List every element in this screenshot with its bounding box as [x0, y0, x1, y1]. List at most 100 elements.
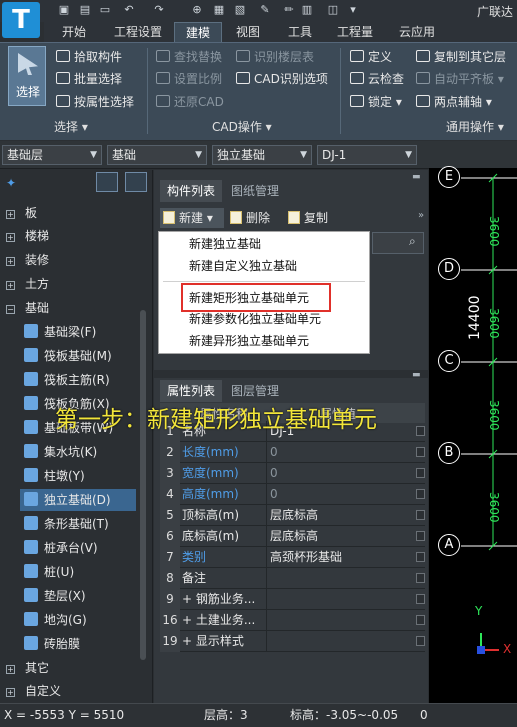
attach-checkbox[interactable]: [416, 552, 425, 562]
table-row[interactable]: 9 + 钢筋业务...: [160, 589, 425, 610]
more-right-icon[interactable]: »: [418, 210, 424, 221]
tree-item-sump[interactable]: 集水坑(K): [24, 441, 136, 463]
tree-item-foundation-beam[interactable]: 基础梁(F): [24, 321, 136, 343]
table-row[interactable]: 8 备注: [160, 568, 425, 589]
attach-checkbox[interactable]: [416, 489, 425, 499]
attach-checkbox[interactable]: [416, 594, 425, 604]
find-replace-button[interactable]: 查找替换: [156, 48, 222, 66]
attach-checkbox[interactable]: [416, 426, 425, 436]
tree-item-trench[interactable]: 地沟(G): [24, 609, 136, 631]
tree-item-brick-mold[interactable]: 砖胎膜: [24, 633, 136, 655]
pick-component-button[interactable]: 拾取构件: [56, 48, 122, 66]
table-icon[interactable]: ▥: [300, 3, 314, 17]
open-icon[interactable]: ▭: [98, 3, 112, 17]
group-cad-label[interactable]: CAD操作 ▾: [212, 118, 272, 136]
new-button[interactable]: 新建 ▾: [160, 208, 224, 228]
app-logo[interactable]: T: [2, 2, 40, 38]
tab-tools[interactable]: 工具: [280, 22, 320, 42]
grid-icon[interactable]: ▦: [212, 3, 226, 17]
tree-item-earthwork[interactable]: + 土方: [6, 273, 49, 295]
panel-view-icon[interactable]: [125, 172, 147, 192]
tree-item-other[interactable]: + 其它: [6, 657, 49, 679]
tree-item-strip-footing[interactable]: 条形基础(T): [24, 513, 136, 535]
more-icon[interactable]: ▾: [346, 3, 360, 17]
menu-item-new-custom-footing[interactable]: 新建自定义独立基础: [189, 256, 297, 277]
tree-item-pile-cap[interactable]: 桩承台(V): [24, 537, 136, 559]
table-row[interactable]: 5 顶标高(m) 层底标高: [160, 505, 425, 526]
restore-cad-button[interactable]: 还原CAD: [156, 93, 224, 111]
copy-button[interactable]: 复制: [288, 208, 328, 228]
tree-item-decoration[interactable]: + 装修: [6, 249, 49, 271]
category-select[interactable]: 基础 ▼: [107, 145, 207, 165]
menu-item-new-shaped-footing-unit[interactable]: 新建异形独立基础单元: [189, 331, 309, 352]
cad-options-button[interactable]: CAD识别选项: [236, 70, 328, 88]
component-type-select[interactable]: 独立基础 ▼: [212, 145, 312, 165]
redo-icon[interactable]: ↷: [152, 3, 166, 17]
tree-item-stairs[interactable]: + 楼梯: [6, 225, 49, 247]
tree-scrollbar[interactable]: [140, 310, 146, 660]
tree-item-raft-main-rebar[interactable]: 筏板主筋(R): [24, 369, 136, 391]
batch-select-button[interactable]: 批量选择: [56, 70, 122, 88]
pen-icon[interactable]: ✎: [258, 3, 272, 17]
minimize-icon[interactable]: ▬: [412, 172, 421, 182]
tab-property-list[interactable]: 属性列表: [160, 380, 222, 402]
save-icon[interactable]: ▣: [57, 3, 71, 17]
set-scale-button[interactable]: 设置比例: [156, 70, 222, 88]
tab-view[interactable]: 视图: [228, 22, 268, 42]
property-value[interactable]: [266, 610, 414, 631]
menu-item-new-isolated-footing[interactable]: 新建独立基础: [189, 234, 261, 255]
pin-icon[interactable]: ✦: [6, 176, 16, 190]
menu-item-new-param-footing-unit[interactable]: 新建参数化独立基础单元: [189, 309, 321, 330]
tree-item-custom[interactable]: + 自定义: [6, 680, 61, 702]
property-value[interactable]: [266, 589, 414, 610]
layer-icon[interactable]: ▧: [233, 3, 247, 17]
tree-item-cushion[interactable]: 垫层(X): [24, 585, 136, 607]
tree-item-slab[interactable]: + 板: [6, 202, 37, 224]
two-point-axis-button[interactable]: 两点辅轴 ▾: [416, 93, 492, 111]
view-icon[interactable]: ◫: [326, 3, 340, 17]
tab-drawing-management[interactable]: 图纸管理: [224, 180, 286, 202]
property-value[interactable]: 层底标高: [266, 505, 414, 526]
tab-cloud[interactable]: 云应用: [392, 22, 442, 42]
tab-modeling[interactable]: 建模: [174, 22, 222, 42]
floor-select[interactable]: 基础层 ▼: [2, 145, 102, 165]
tab-component-list[interactable]: 构件列表: [160, 180, 222, 202]
cloud-check-button[interactable]: 云检查: [350, 70, 404, 88]
table-row[interactable]: 4 高度(mm) 0: [160, 484, 425, 505]
attach-checkbox[interactable]: [416, 636, 425, 646]
group-general-label[interactable]: 通用操作 ▾: [446, 118, 504, 136]
table-row[interactable]: 16 + 土建业务...: [160, 610, 425, 631]
tree-item-pile[interactable]: 桩(U): [24, 561, 136, 583]
tree-item-pier[interactable]: 柱墩(Y): [24, 465, 136, 487]
search-input[interactable]: [372, 232, 424, 254]
attach-checkbox[interactable]: [416, 468, 425, 478]
delete-button[interactable]: 删除: [230, 208, 270, 228]
table-row[interactable]: 7 类别 高颈杯形基础: [160, 547, 425, 568]
drawing-canvas[interactable]: E D C B A 14400 3600 3600 3600 3600 Y X: [429, 166, 517, 703]
tool-icon[interactable]: ⊕: [190, 3, 204, 17]
property-value[interactable]: [266, 631, 414, 652]
pencil-icon[interactable]: ✏: [282, 3, 296, 17]
table-row[interactable]: 3 宽度(mm) 0: [160, 463, 425, 484]
attach-checkbox[interactable]: [416, 573, 425, 583]
group-select-label[interactable]: 选择 ▾: [54, 118, 88, 136]
table-row[interactable]: 2 长度(mm) 0: [160, 442, 425, 463]
table-row[interactable]: 6 底标高(m) 层底标高: [160, 526, 425, 547]
copy-to-other-floor-button[interactable]: 复制到其它层: [416, 48, 506, 66]
property-value[interactable]: 高颈杯形基础: [266, 547, 414, 568]
identify-floor-table-button[interactable]: 识别楼层表: [236, 48, 314, 66]
search-icon[interactable]: ⌕: [409, 234, 416, 249]
property-value[interactable]: 0: [266, 442, 414, 463]
list-view-icon[interactable]: [96, 172, 118, 192]
tab-project-settings[interactable]: 工程设置: [108, 22, 168, 42]
attach-checkbox[interactable]: [416, 447, 425, 457]
attach-checkbox[interactable]: [416, 510, 425, 520]
property-value[interactable]: 0: [266, 463, 414, 484]
property-value[interactable]: 层底标高: [266, 526, 414, 547]
tab-quantities[interactable]: 工程量: [330, 22, 380, 42]
property-value[interactable]: [266, 568, 414, 589]
property-value[interactable]: 0: [266, 484, 414, 505]
component-select[interactable]: DJ-1 ▼: [317, 145, 417, 165]
table-row[interactable]: 19 + 显示样式: [160, 631, 425, 652]
tab-start[interactable]: 开始: [52, 22, 96, 42]
